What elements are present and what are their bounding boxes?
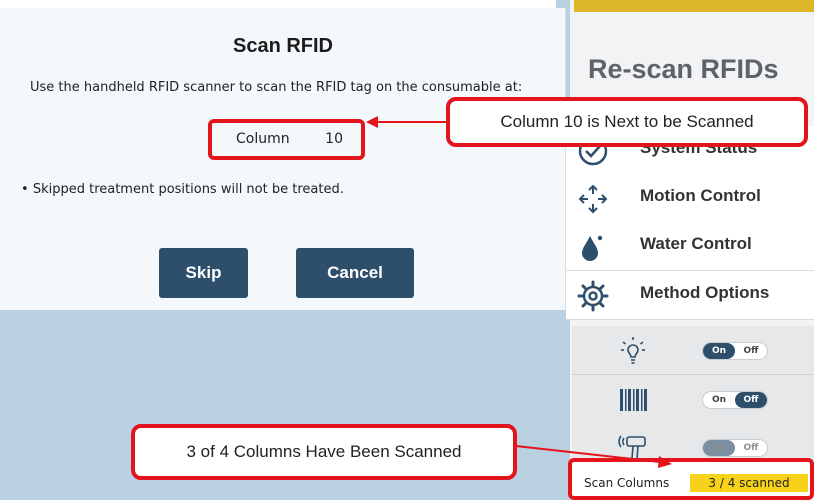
callout-next-column: Column 10 is Next to be Scanned bbox=[446, 97, 808, 147]
screen: Re-scan RFIDs System Status Motion Contr… bbox=[0, 0, 814, 500]
top-arrow-head bbox=[366, 116, 378, 128]
callout-columns-scanned: 3 of 4 Columns Have Been Scanned bbox=[131, 424, 517, 480]
bottom-arrow-head bbox=[658, 456, 672, 468]
bottom-arrow-line bbox=[515, 445, 661, 463]
